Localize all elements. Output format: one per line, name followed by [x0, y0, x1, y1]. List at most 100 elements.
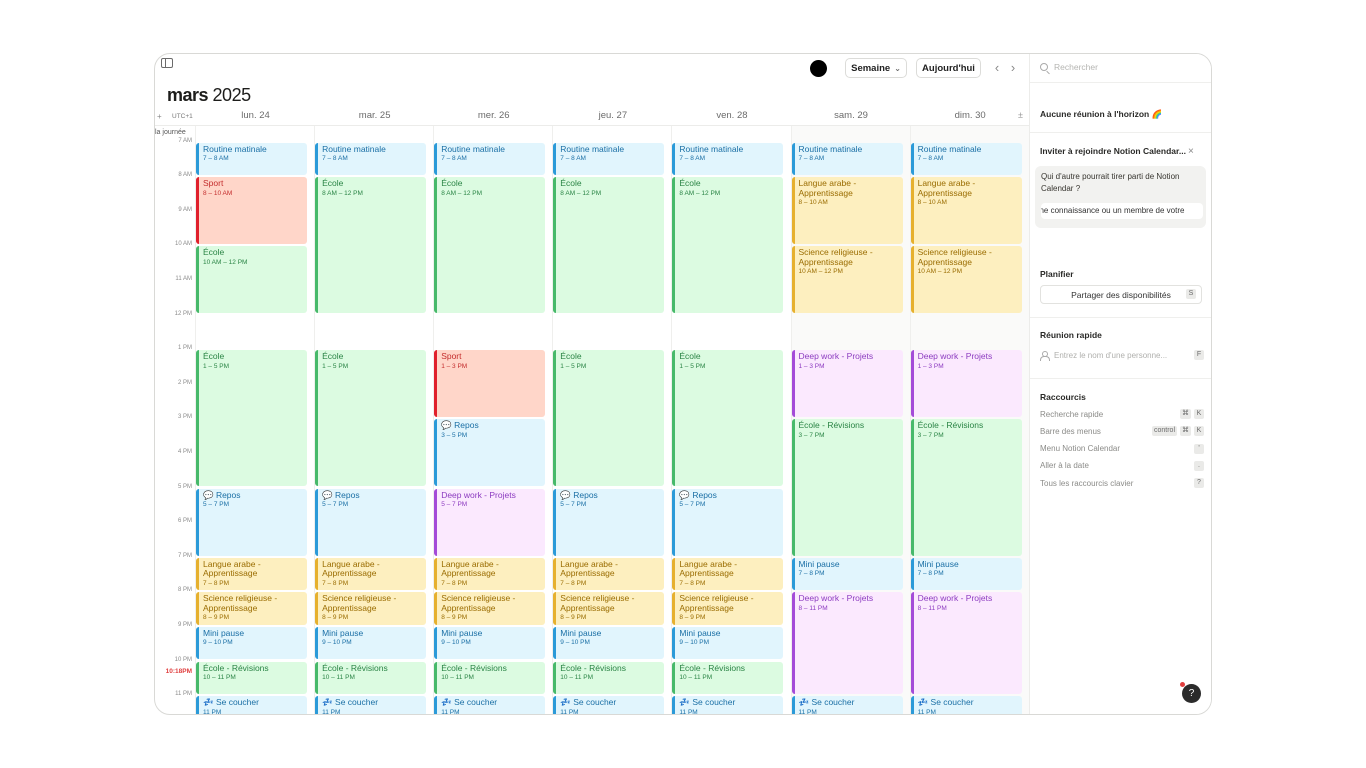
calendar-event[interactable]: Science religieuse - Apprentissage 8 – 9 … [196, 592, 307, 625]
calendar-event[interactable]: École - Révisions 10 – 11 PM [315, 661, 427, 695]
shortcut-row[interactable]: Barre des menus control ⌘ K [1040, 425, 1204, 437]
view-selector-button[interactable]: Semaine ⌄ [845, 58, 907, 78]
calendar-event[interactable]: Deep work - Projets 1 – 3 PM [791, 350, 903, 418]
calendar-event[interactable]: Langue arabe - Apprentissage 7 – 8 PM [672, 557, 784, 591]
calendar-event[interactable]: 💤 Se coucher 11 PM [315, 696, 427, 714]
calendar-event[interactable]: Mini pause 9 – 10 PM [672, 626, 784, 660]
calendar-event[interactable]: 💬 Repos 5 – 7 PM [672, 488, 784, 556]
today-button[interactable]: Aujourd'hui [916, 58, 981, 78]
calendar-event[interactable]: Science religieuse - Apprentissage 10 AM … [791, 246, 903, 314]
shortcut-key: ⌘ [1180, 409, 1191, 419]
calendar-event[interactable]: Deep work - Projets 8 – 11 PM [791, 592, 903, 695]
event-title: École [203, 351, 225, 362]
calendar-event[interactable]: Science religieuse - Apprentissage 8 – 9 … [672, 592, 784, 625]
calendar-event[interactable]: École - Révisions 3 – 7 PM [910, 419, 1022, 556]
event-title: Deep work - Projets [917, 351, 993, 362]
calendar-event[interactable]: 💬 Repos 5 – 7 PM [315, 488, 427, 556]
calendar-event[interactable]: Deep work - Projets 8 – 11 PM [910, 592, 1022, 695]
calendar-event[interactable]: Routine matinale 7 – 8 AM [315, 142, 427, 176]
calendar-event[interactable]: 💤 Se coucher 11 PM [791, 696, 903, 714]
calendar-event[interactable]: Langue arabe - Apprentissage 7 – 8 PM [315, 557, 427, 591]
day-header[interactable]: mar. 25 [315, 110, 434, 124]
share-availability-button[interactable]: Partager des disponibilités S [1040, 285, 1202, 304]
close-icon[interactable]: × [1188, 146, 1194, 157]
chevron-right-icon[interactable]: › [1007, 60, 1019, 75]
help-button[interactable]: ? [1182, 684, 1201, 703]
shortcut-row[interactable]: Aller à la date. [1040, 460, 1204, 472]
shortcut-row[interactable]: Menu Notion Calendar ' [1040, 443, 1204, 455]
calendar-event[interactable]: Mini pause 9 – 10 PM [553, 626, 665, 660]
avatar[interactable] [810, 60, 827, 77]
calendar-event[interactable]: 💤 Se coucher 11 PM [672, 696, 784, 714]
event-time: 1 – 5 PM [322, 362, 349, 370]
calendar-event[interactable]: Mini pause 9 – 10 PM [196, 626, 307, 660]
invite-title: Inviter à rejoindre Notion Calendar... [1040, 146, 1186, 156]
calendar-event[interactable]: 💤 Se coucher 11 PM [434, 696, 546, 714]
calendar-event[interactable]: Deep work - Projets 1 – 3 PM [910, 350, 1022, 418]
calendar-event[interactable]: École 8 AM – 12 PM [553, 177, 665, 314]
shortcut-row[interactable]: Recherche rapide ⌘ K [1040, 408, 1204, 420]
calendar-event[interactable]: École 1 – 5 PM [315, 350, 427, 487]
calendar-event[interactable]: Routine matinale 7 – 8 AM [910, 142, 1022, 176]
calendar-event[interactable]: Routine matinale 7 – 8 AM [553, 142, 665, 176]
day-header[interactable]: dim. 30 [911, 110, 1029, 124]
day-header[interactable]: ven. 28 [672, 110, 791, 124]
calendar-event[interactable]: Science religieuse - Apprentissage 8 – 9 … [553, 592, 665, 625]
calendar-event[interactable]: Langue arabe - Apprentissage 8 – 10 AM [910, 177, 1022, 245]
chevron-left-icon[interactable]: ‹ [991, 60, 1003, 75]
calendar-event[interactable]: Routine matinale 7 – 8 AM [196, 142, 307, 176]
calendar-event[interactable]: Mini pause 9 – 10 PM [315, 626, 427, 660]
timezone-label[interactable]: UTC+1 [172, 113, 193, 120]
calendar-event[interactable]: Langue arabe - Apprentissage 8 – 10 AM [791, 177, 903, 245]
calendar-event[interactable]: Science religieuse - Apprentissage 8 – 9 … [315, 592, 427, 625]
event-title: École - Révisions [560, 662, 626, 673]
calendar-event[interactable]: Science religieuse - Apprentissage 10 AM … [910, 246, 1022, 314]
shortcut-row[interactable]: Tous les raccourcis clavier? [1040, 477, 1204, 489]
calendar-event[interactable]: Sport 8 – 10 AM [196, 177, 307, 245]
calendar-event[interactable]: École - Révisions 10 – 11 PM [672, 661, 784, 695]
search-field[interactable]: Rechercher [1040, 62, 1098, 72]
event-time: 10 AM – 12 PM [798, 268, 843, 276]
calendar-event[interactable]: École - Révisions 10 – 11 PM [434, 661, 546, 695]
calendar-event[interactable]: École 1 – 5 PM [196, 350, 307, 487]
calendar-event[interactable]: 💬 Repos 3 – 5 PM [434, 419, 546, 487]
calendar-event[interactable]: École - Révisions 10 – 11 PM [553, 661, 665, 695]
calendar-event[interactable]: École 8 AM – 12 PM [672, 177, 784, 314]
calendar-event[interactable]: 💤 Se coucher 11 PM [910, 696, 1022, 714]
calendar-event[interactable]: École - Révisions 3 – 7 PM [791, 419, 903, 556]
calendar-event[interactable]: Sport 1 – 3 PM [434, 350, 546, 418]
calendar-event[interactable]: Mini pause 7 – 8 PM [791, 557, 903, 591]
day-header[interactable]: sam. 29 [792, 110, 911, 124]
event-time: 1 – 3 PM [441, 362, 468, 370]
calendar-event[interactable]: Langue arabe - Apprentissage 7 – 8 PM [553, 557, 665, 591]
calendar-event[interactable]: Routine matinale 7 – 8 AM [791, 142, 903, 176]
calendar-event[interactable]: 💤 Se coucher 11 PM [553, 696, 665, 714]
day-header[interactable]: lun. 24 [196, 110, 315, 124]
day-header[interactable]: jeu. 27 [553, 110, 672, 124]
invite-input[interactable]: une connaissance ou un membre de votre [1041, 203, 1203, 219]
calendar-event[interactable]: Deep work - Projets 5 – 7 PM [434, 488, 546, 556]
add-timezone-icon[interactable]: + [157, 112, 162, 121]
calendar-event[interactable]: École 8 AM – 12 PM [315, 177, 427, 314]
calendar-event[interactable]: Science religieuse - Apprentissage 8 – 9 … [434, 592, 546, 625]
calendar-event[interactable]: Langue arabe - Apprentissage 7 – 8 PM [434, 557, 546, 591]
event-time: 1 – 5 PM [679, 362, 706, 370]
calendar-event[interactable]: École 8 AM – 12 PM [434, 177, 546, 314]
calendar-event[interactable]: École 1 – 5 PM [672, 350, 784, 487]
quick-meeting-input[interactable]: Entrez le nom d'une personne... F [1040, 350, 1204, 361]
calendar-event[interactable]: Mini pause 9 – 10 PM [434, 626, 546, 660]
event-time: 7 – 8 AM [441, 155, 467, 162]
calendar-event[interactable]: École 1 – 5 PM [553, 350, 665, 487]
calendar-event[interactable]: Langue arabe - Apprentissage 7 – 8 PM [196, 557, 307, 591]
calendar-event[interactable]: Routine matinale 7 – 8 AM [434, 142, 546, 176]
calendar-event[interactable]: Mini pause 7 – 8 PM [910, 557, 1022, 591]
calendar-event[interactable]: École 10 AM – 12 PM [196, 246, 307, 314]
calendar-event[interactable]: 💬 Repos 5 – 7 PM [196, 488, 307, 556]
shortcuts-title: Raccourcis [1040, 392, 1086, 402]
day-header[interactable]: mer. 26 [434, 110, 553, 124]
calendar-event[interactable]: 💬 Repos 5 – 7 PM [553, 488, 665, 556]
calendar-event[interactable]: Routine matinale 7 – 8 AM [672, 142, 784, 176]
calendar-event[interactable]: 💤 Se coucher 11 PM [196, 696, 307, 714]
sidebar-toggle-icon[interactable] [161, 58, 173, 68]
calendar-event[interactable]: École - Révisions 10 – 11 PM [196, 661, 307, 695]
